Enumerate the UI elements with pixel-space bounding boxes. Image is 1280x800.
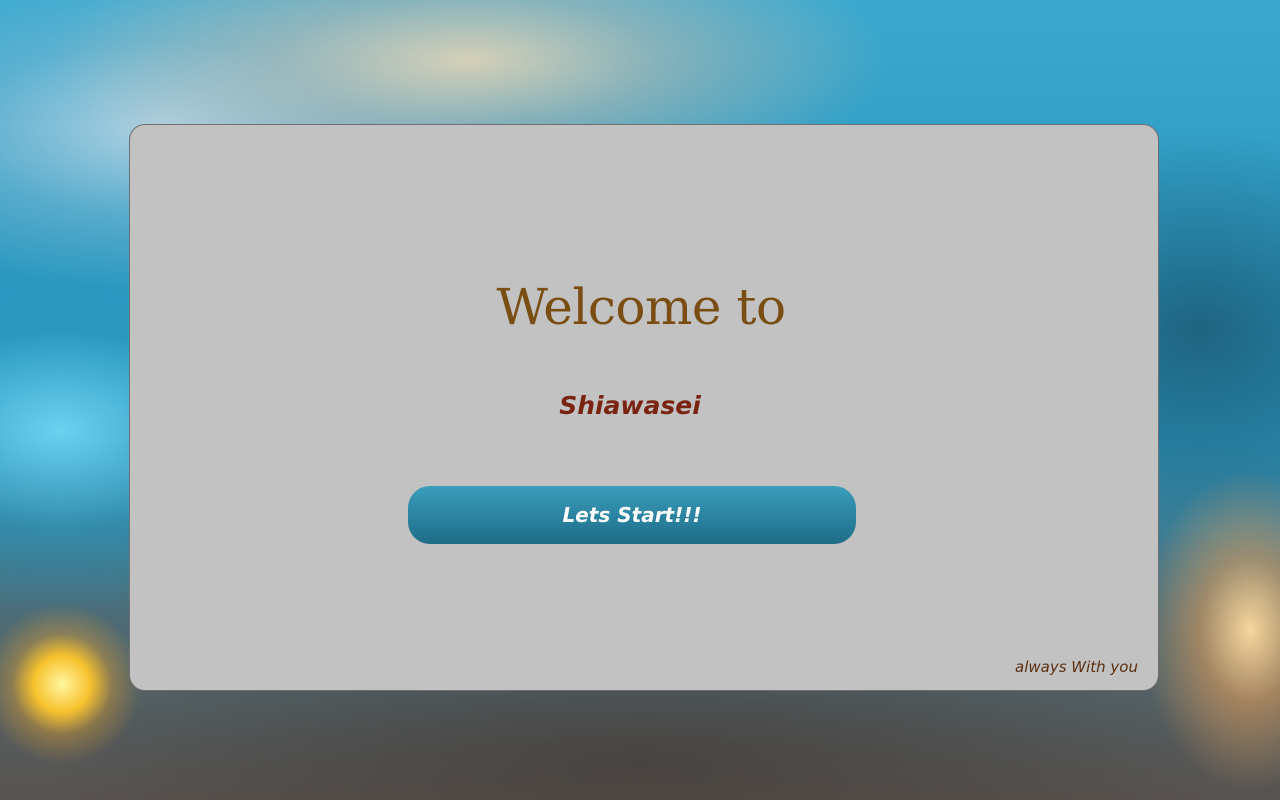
welcome-card: Welcome to Shiawasei Lets Start!!! alway… [129, 124, 1159, 691]
start-button[interactable]: Lets Start!!! [408, 486, 856, 544]
tagline: always With you [1015, 658, 1138, 676]
welcome-heading: Welcome to [496, 278, 786, 336]
brand-name: Shiawasei [559, 391, 701, 420]
